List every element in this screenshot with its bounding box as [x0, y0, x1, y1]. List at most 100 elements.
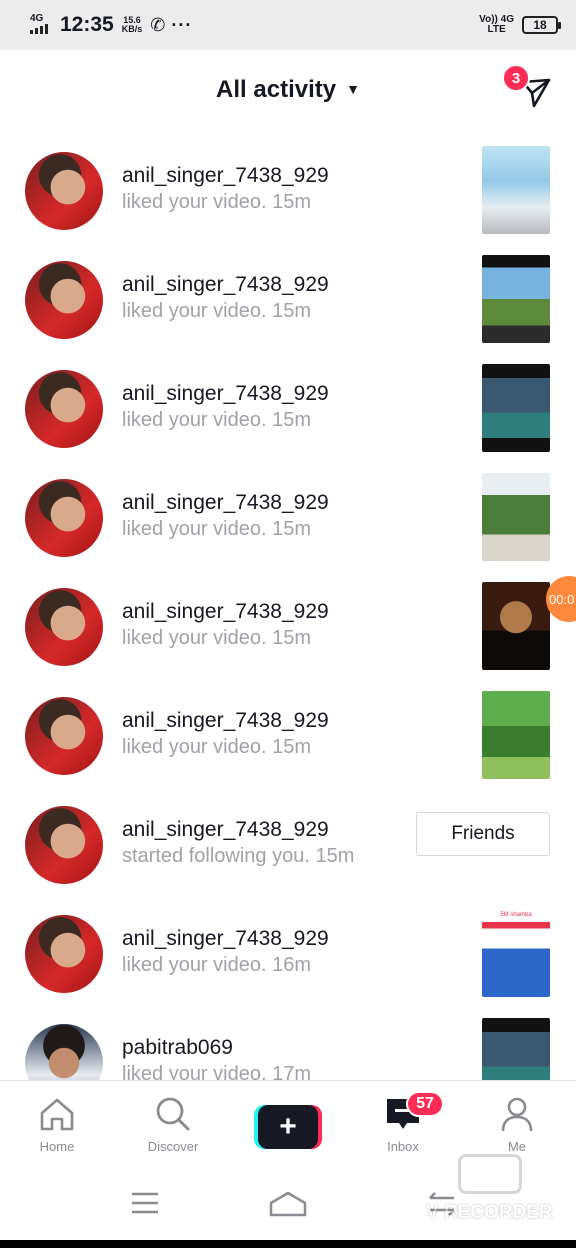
activity-row[interactable]: anil_singer_7438_929 liked your video. 1…	[0, 570, 576, 679]
network-type: 4G	[30, 12, 44, 24]
activity-time: 15m	[272, 191, 311, 213]
plus-icon: +	[258, 1105, 318, 1149]
menu-icon[interactable]	[130, 1190, 160, 1216]
message-text: liked your video.	[122, 300, 267, 322]
inbox-badge: 57	[406, 1091, 444, 1117]
username[interactable]: anil_singer_7438_929	[122, 927, 329, 951]
activity-row[interactable]: anil_singer_7438_929 liked your video. 1…	[0, 352, 576, 461]
avatar[interactable]	[25, 261, 103, 339]
activity-row[interactable]: anil_singer_7438_929 started following y…	[0, 788, 576, 897]
page-title: All activity	[216, 76, 337, 103]
inbox-header: All activity ▼ 3	[0, 50, 576, 134]
dm-badge: 3	[502, 64, 530, 92]
friends-button[interactable]: Friends	[416, 812, 550, 856]
message-text: started following you.	[122, 845, 310, 867]
username[interactable]: anil_singer_7438_929	[122, 491, 329, 515]
video-thumbnail[interactable]	[482, 691, 550, 779]
tab-me[interactable]: Me	[472, 1095, 562, 1154]
status-right: Vo)) 4G LTE 18	[479, 15, 561, 35]
activity-row[interactable]: pabitrab069 liked your video. 17m	[0, 1006, 576, 1080]
message-text: liked your video.	[122, 409, 267, 431]
activity-filter-dropdown[interactable]: All activity ▼	[0, 76, 576, 104]
avatar[interactable]	[25, 370, 103, 448]
avatar[interactable]	[25, 915, 103, 993]
avatar[interactable]	[25, 588, 103, 666]
activity-message: liked your video. 15m	[122, 300, 311, 323]
activity-time: 15m	[315, 845, 355, 867]
username[interactable]: anil_singer_7438_929	[122, 164, 329, 188]
activity-row[interactable]: anil_singer_7438_929 liked your video. 1…	[0, 679, 576, 788]
activity-time: 15m	[272, 627, 311, 649]
video-thumbnail[interactable]	[482, 146, 550, 234]
home-icon	[40, 1098, 74, 1131]
video-thumbnail[interactable]	[482, 473, 550, 561]
video-camera-icon	[458, 1154, 522, 1194]
tab-discover[interactable]: Discover	[128, 1095, 218, 1154]
phone-call-icon: ✆	[150, 14, 166, 35]
activity-row[interactable]: anil_singer_7438_929 liked your video. 1…	[0, 243, 576, 352]
activity-time: 15m	[272, 518, 311, 540]
activity-row[interactable]: anil_singer_7438_929 liked your video. 1…	[0, 461, 576, 570]
username[interactable]: anil_singer_7438_929	[122, 818, 329, 842]
message-text: liked your video.	[122, 736, 267, 758]
avatar[interactable]	[25, 152, 103, 230]
message-text: liked your video.	[122, 518, 267, 540]
video-thumbnail[interactable]	[482, 1018, 550, 1080]
activity-message: liked your video. 15m	[122, 627, 311, 650]
username[interactable]: pabitrab069	[122, 1036, 233, 1060]
message-text: liked your video.	[122, 1063, 267, 1080]
username[interactable]: anil_singer_7438_929	[122, 600, 329, 624]
volte-indicator: Vo)) 4G LTE	[479, 15, 514, 35]
activity-list[interactable]: anil_singer_7438_929 liked your video. 1…	[0, 134, 576, 1080]
activity-message: liked your video. 15m	[122, 409, 311, 432]
activity-message: liked your video. 16m	[122, 954, 311, 977]
battery-icon: 18	[522, 16, 561, 34]
video-thumbnail[interactable]	[482, 364, 550, 452]
video-thumbnail[interactable]	[482, 582, 550, 670]
activity-message: started following you. 15m	[122, 845, 354, 868]
activity-time: 15m	[272, 409, 311, 431]
profile-icon	[501, 1097, 533, 1132]
status-bar: 4G 12:35 15.6 KB/s ✆ ··· Vo)) 4G LTE 18	[0, 0, 576, 50]
lte-label: LTE	[487, 24, 506, 35]
video-thumbnail[interactable]: 5M shamba	[482, 909, 550, 997]
username[interactable]: anil_singer_7438_929	[122, 382, 329, 406]
avatar[interactable]	[25, 479, 103, 557]
recorder-watermark: V RECORDER	[426, 1150, 562, 1230]
username[interactable]: anil_singer_7438_929	[122, 273, 329, 297]
more-notifications-icon: ···	[171, 14, 193, 35]
activity-message: liked your video. 15m	[122, 191, 311, 214]
speed-unit: KB/s	[121, 24, 143, 34]
message-text: liked your video.	[122, 627, 267, 649]
create-video-button[interactable]: +	[254, 1105, 322, 1149]
status-time: 12:35	[60, 13, 114, 36]
avatar[interactable]	[25, 697, 103, 775]
home-button-icon[interactable]	[268, 1190, 308, 1218]
avatar[interactable]	[25, 1024, 103, 1080]
activity-message: liked your video. 15m	[122, 736, 311, 759]
username[interactable]: anil_singer_7438_929	[122, 709, 329, 733]
tab-label: Discover	[147, 1139, 199, 1154]
activity-row[interactable]: anil_singer_7438_929 liked your video. 1…	[0, 134, 576, 243]
caret-down-icon: ▼	[346, 81, 360, 97]
activity-time: 15m	[272, 736, 311, 758]
network-speed: 15.6 KB/s	[122, 16, 143, 34]
activity-time: 15m	[272, 300, 311, 322]
network-indicator: 4G	[30, 12, 56, 37]
activity-time: 17m	[272, 1063, 311, 1080]
tab-label: Home	[39, 1139, 75, 1154]
avatar[interactable]	[25, 806, 103, 884]
tab-home[interactable]: Home	[12, 1095, 102, 1154]
watermark-text: V RECORDER	[426, 1202, 553, 1223]
video-thumbnail[interactable]	[482, 255, 550, 343]
activity-message: liked your video. 15m	[122, 518, 311, 541]
activity-row[interactable]: anil_singer_7438_929 liked your video. 1…	[0, 897, 576, 1006]
message-text: liked your video.	[122, 954, 267, 976]
activity-time: 16m	[272, 954, 311, 976]
signal-icon	[30, 23, 48, 34]
thumbnail-caption: 5M shamba	[500, 912, 532, 918]
activity-message: liked your video. 17m	[122, 1063, 311, 1080]
search-icon	[156, 1097, 190, 1131]
message-text: liked your video.	[122, 191, 267, 213]
screen: 4G 12:35 15.6 KB/s ✆ ··· Vo)) 4G LTE 18 …	[0, 0, 576, 1240]
